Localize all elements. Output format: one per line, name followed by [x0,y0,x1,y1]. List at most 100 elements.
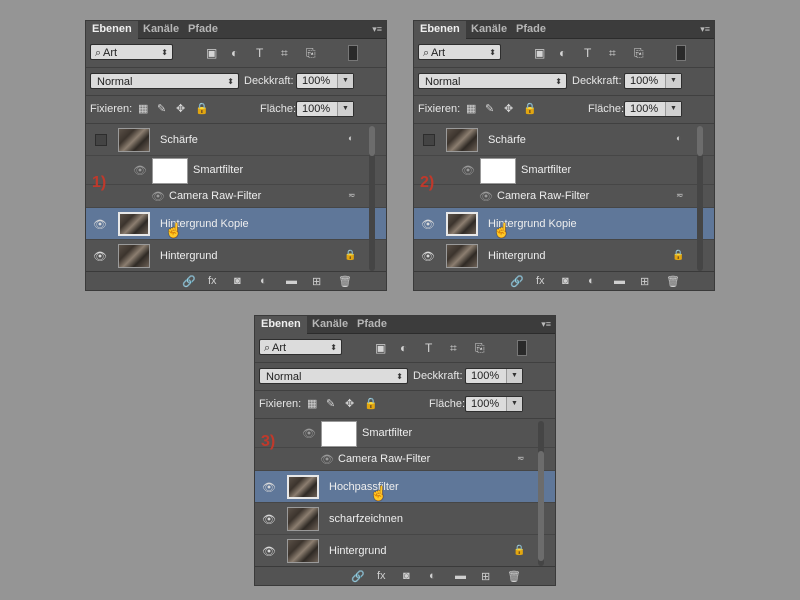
layer-name[interactable]: Hintergrund [329,545,386,557]
new-layer-icon[interactable]: ⊞ [481,570,490,583]
lock-pixels-icon[interactable]: ✎ [157,103,166,115]
eye-icon[interactable]: 👁 [261,481,277,494]
blend-mode-dropdown[interactable]: Normal ⬍ [418,73,567,89]
smartobject-filter-icon[interactable]: ⎘ [475,342,485,354]
tab-pfade[interactable]: Pfade [510,21,552,38]
tab-pfade[interactable]: Pfade [182,21,224,38]
layer-row[interactable]: 👁 Hintergrund Kopie ☝ [86,208,386,240]
trash-icon[interactable]: 🗑 [338,275,352,288]
link-icon[interactable]: 🔗 [182,275,196,288]
link-icon[interactable]: 🔗 [351,570,365,583]
layer-row[interactable]: Schärfe ◐ [414,124,714,156]
tab-ebenen[interactable]: Ebenen [414,21,466,39]
shape-filter-icon[interactable]: ⌗ [609,47,616,59]
layer-row[interactable]: 👁 Hintergrund 🔒 [414,240,714,272]
layer-name[interactable]: Smartfilter [521,164,571,176]
lock-position-icon[interactable]: ✥ [345,398,354,410]
eye-icon[interactable]: 👁 [478,190,494,203]
chevron-down-icon[interactable]: ▼ [337,74,353,88]
fill-stepper[interactable]: 100% ▼ [624,101,682,117]
layer-row[interactable]: 👁 Camera Raw-Filter ≂ [414,185,714,208]
eye-icon[interactable]: 👁 [319,453,335,466]
filter-kind-dropdown[interactable]: Art ⌕ ⬍ [90,44,173,60]
new-layer-icon[interactable]: ⊞ [640,275,649,288]
chevron-down-icon[interactable]: ▼ [506,369,522,383]
folder-icon[interactable]: ▬ [455,570,466,582]
layer-name[interactable]: Camera Raw-Filter [338,453,430,465]
lock-position-icon[interactable]: ✥ [176,103,185,115]
fx-icon[interactable]: fx [377,570,386,582]
smartobject-filter-icon[interactable]: ⎘ [634,47,644,59]
tab-ebenen[interactable]: Ebenen [86,21,138,39]
fx-icon[interactable]: fx [536,275,545,287]
type-filter-icon[interactable]: T [256,47,263,59]
filter-kind-dropdown[interactable]: Art ⌕ ⬍ [259,339,342,355]
layers-scrollbar[interactable] [369,126,375,271]
layer-row[interactable]: 👁 Hintergrund 🔒 [86,240,386,272]
lock-transparency-icon[interactable]: ▦ [466,103,476,115]
new-layer-icon[interactable]: ⊞ [312,275,321,288]
smartobject-filter-icon[interactable]: ⎘ [306,47,316,59]
link-icon[interactable]: 🔗 [510,275,524,288]
layer-name[interactable]: Hochpassfilter [329,481,399,493]
layer-row[interactable]: 👁 Hintergrund Kopie ☝ [414,208,714,240]
eye-icon[interactable]: 👁 [301,427,317,440]
layer-row[interactable]: 👁 Hintergrund 🔒 [255,535,555,567]
tab-kanäle[interactable]: Kanäle [137,21,185,38]
layer-row[interactable]: 👁 Camera Raw-Filter ≂ [86,185,386,208]
chevron-down-icon[interactable]: ▼ [506,397,522,411]
scrollbar-thumb[interactable] [538,451,544,561]
adjustment-filter-icon[interactable]: ◐ [400,342,407,354]
layer-row[interactable]: 👁 Hochpassfilter ☝ [255,471,555,503]
layer-name[interactable]: Hintergrund [160,250,217,262]
panel-menu-icon[interactable]: ▾≡ [541,320,551,329]
filter-toggle[interactable] [676,45,686,61]
layer-name[interactable]: Schärfe [160,134,198,146]
eye-icon[interactable]: 👁 [261,545,277,558]
filter-options-icon[interactable]: ≂ [348,190,356,201]
tab-ebenen[interactable]: Ebenen [255,316,307,334]
adjustment-filter-icon[interactable]: ◐ [559,47,566,59]
fx-icon[interactable]: fx [208,275,217,287]
layer-name[interactable]: Smartfilter [362,427,412,439]
type-filter-icon[interactable]: T [425,342,432,354]
lock-all-icon[interactable]: 🔒 [523,103,537,115]
eye-icon[interactable]: 👁 [132,164,148,177]
panel-menu-icon[interactable]: ▾≡ [372,25,382,34]
scrollbar-thumb[interactable] [369,126,375,156]
fill-stepper[interactable]: 100% ▼ [296,101,354,117]
visibility-toggle[interactable] [95,134,107,146]
filter-toggle[interactable] [348,45,358,61]
adjustment-icon[interactable]: ◐ [429,570,436,582]
lock-all-icon[interactable]: 🔒 [364,398,378,410]
adjustment-icon[interactable]: ◐ [588,275,595,287]
image-filter-icon[interactable]: ▣ [375,342,386,354]
layer-row[interactable]: 👁 Smartfilter [86,156,386,185]
mask-icon[interactable]: ◙ [562,275,569,287]
fill-stepper[interactable]: 100% ▼ [465,396,523,412]
lock-transparency-icon[interactable]: ▦ [307,398,317,410]
lock-pixels-icon[interactable]: ✎ [485,103,494,115]
eye-icon[interactable]: 👁 [420,250,436,263]
layer-name[interactable]: Smartfilter [193,164,243,176]
layers-scrollbar[interactable] [697,126,703,271]
layer-name[interactable]: Schärfe [488,134,526,146]
lock-position-icon[interactable]: ✥ [504,103,513,115]
blend-mode-dropdown[interactable]: Normal ⬍ [90,73,239,89]
lock-all-icon[interactable]: 🔒 [195,103,209,115]
layer-name[interactable]: Hintergrund [488,250,545,262]
eye-icon[interactable]: 👁 [92,250,108,263]
image-filter-icon[interactable]: ▣ [206,47,217,59]
filter-options-icon[interactable]: ≂ [676,190,684,201]
filter-options-icon[interactable]: ≂ [517,453,525,464]
scrollbar-thumb[interactable] [697,126,703,156]
layers-scrollbar[interactable] [538,421,544,566]
adjustment-icon[interactable]: ◐ [260,275,267,287]
layer-name[interactable]: Camera Raw-Filter [497,190,589,202]
visibility-toggle[interactable] [423,134,435,146]
type-filter-icon[interactable]: T [584,47,591,59]
folder-icon[interactable]: ▬ [286,275,297,287]
filter-kind-dropdown[interactable]: Art ⌕ ⬍ [418,44,501,60]
layer-row[interactable]: 👁 scharfzeichnen [255,503,555,535]
tab-kanäle[interactable]: Kanäle [465,21,513,38]
